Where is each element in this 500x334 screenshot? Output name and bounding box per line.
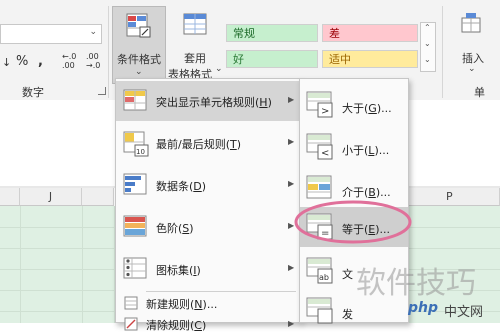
style-good[interactable]: 好 xyxy=(226,50,318,68)
format-as-table-button[interactable]: 套用 表格格式 ⌄ xyxy=(168,6,224,84)
more-icon[interactable]: ⌄ xyxy=(424,55,431,64)
accounting-format-icon[interactable]: ↓ xyxy=(2,56,11,69)
menu-separator xyxy=(146,291,296,292)
column-header-p-label: P xyxy=(446,190,453,203)
submenu-item-greater-than[interactable]: > 大于(G)... xyxy=(300,85,408,125)
submenu-item-label: 发 xyxy=(342,308,353,321)
column-header[interactable] xyxy=(0,188,20,206)
insert-button[interactable]: 插入 ⌄ xyxy=(452,6,492,74)
grid-line xyxy=(82,206,83,323)
annotation-ellipse xyxy=(294,200,412,244)
submenu-item-less-than[interactable]: < 小于(L)... xyxy=(300,127,408,167)
column-header[interactable] xyxy=(82,188,114,206)
conditional-formatting-button[interactable]: 条件格式 ⌄ xyxy=(112,6,166,84)
svg-text:>: > xyxy=(321,106,329,117)
highlight-cells-icon xyxy=(123,89,147,111)
data-bars-icon xyxy=(123,173,147,195)
column-header-j[interactable]: J xyxy=(20,188,82,206)
clear-rules-icon xyxy=(124,317,138,331)
style-neutral[interactable]: 适中 xyxy=(322,50,418,68)
submenu-arrow-icon: ▶ xyxy=(288,319,295,328)
style-bad[interactable]: 差 xyxy=(322,24,418,42)
menu-item-label: 数据条(D) xyxy=(156,180,207,193)
conditional-formatting-icon xyxy=(126,13,151,38)
menu-item-label: 清除规则(C) xyxy=(146,319,207,332)
menu-item-color-scales[interactable]: 色阶(S) ▶ xyxy=(116,207,300,247)
menu-item-label: 最前/最后规则(T) xyxy=(156,138,242,151)
menu-item-label: 图标集(I) xyxy=(156,264,201,277)
svg-text:10: 10 xyxy=(136,148,145,156)
percent-button[interactable]: % xyxy=(16,54,28,69)
chevron-down-icon: ⌄ xyxy=(468,64,476,74)
watermark-text: 软件技巧 xyxy=(356,266,476,301)
top-bottom-rules-icon: 10 xyxy=(123,131,149,157)
chevron-down-icon: ⌄ xyxy=(135,67,143,77)
submenu-arrow-icon: ▶ xyxy=(288,137,295,146)
menu-item-data-bars[interactable]: 数据条(D) ▶ xyxy=(116,165,300,205)
submenu-arrow-icon: ▶ xyxy=(288,179,295,188)
menu-item-label: 色阶(S) xyxy=(156,222,194,235)
icon-sets-icon xyxy=(123,257,147,279)
decrease-decimal-button[interactable]: .00 →.0 xyxy=(86,52,100,70)
menu-item-new-rule[interactable]: 新建规则(N)... xyxy=(116,293,300,313)
date-occurring-icon xyxy=(306,297,333,324)
menu-item-top-bottom-rules[interactable]: 10 最前/最后规则(T) ▶ xyxy=(116,123,300,163)
conditional-formatting-menu: 突出显示单元格规则(H) ▶ 10 最前/最后规则(T) ▶ 数据条(D) ▶ xyxy=(115,78,301,332)
submenu-item-label: 小于(L)... xyxy=(342,144,390,157)
menu-item-highlight-cells-rules[interactable]: 突出显示单元格规则(H) ▶ xyxy=(116,81,300,121)
comma-button[interactable]: , xyxy=(38,54,43,69)
table-format-icon xyxy=(183,13,207,35)
group-separator xyxy=(108,6,109,98)
style-gallery-scroll[interactable]: ⌃ ⌄ ⌄ xyxy=(420,22,436,72)
cells-group-label: 单 xyxy=(474,86,485,99)
watermark-logo: php 中文网 xyxy=(408,298,496,320)
php-logo: php xyxy=(408,300,439,316)
grid-line xyxy=(20,206,21,323)
number-group-label: 数字 xyxy=(22,86,44,99)
text-contains-icon: ab xyxy=(306,257,333,284)
less-than-icon: < xyxy=(306,133,333,160)
format-as-table-label-1: 套用 xyxy=(184,52,206,65)
insert-cells-icon xyxy=(461,13,481,33)
chevron-up-icon[interactable]: ⌃ xyxy=(424,23,431,32)
submenu-item-label: 大于(G)... xyxy=(342,102,392,115)
menu-item-clear-rules[interactable]: 清除规则(C) ▶ xyxy=(116,314,300,334)
menu-item-label: 新建规则(N)... xyxy=(146,298,218,311)
svg-text:ab: ab xyxy=(319,273,329,282)
chevron-down-icon[interactable]: ⌄ xyxy=(89,27,97,37)
increase-decimal-button[interactable]: ←.0.00 xyxy=(62,52,76,70)
column-header-p[interactable]: P xyxy=(400,188,500,206)
new-rule-icon xyxy=(124,296,138,310)
submenu-arrow-icon: ▶ xyxy=(288,95,295,104)
submenu-item-label: 文 xyxy=(342,268,353,281)
color-scales-icon xyxy=(123,215,147,237)
menu-item-icon-sets[interactable]: 图标集(I) ▶ xyxy=(116,249,300,289)
conditional-formatting-label: 条件格式 xyxy=(117,53,161,66)
font-combo[interactable]: ⌄ xyxy=(0,24,102,44)
group-separator xyxy=(442,6,443,98)
greater-than-icon: > xyxy=(306,91,333,118)
dialog-launcher-icon[interactable] xyxy=(98,87,106,95)
menu-item-label: 突出显示单元格规则(H) xyxy=(156,96,272,109)
site-name: 中文网 xyxy=(444,305,484,320)
submenu-arrow-icon: ▶ xyxy=(288,263,295,272)
chevron-down-icon[interactable]: ⌄ xyxy=(424,39,431,48)
svg-text:<: < xyxy=(321,148,329,159)
chevron-down-icon: ⌄ xyxy=(215,64,223,74)
style-normal[interactable]: 常规 xyxy=(226,24,318,42)
